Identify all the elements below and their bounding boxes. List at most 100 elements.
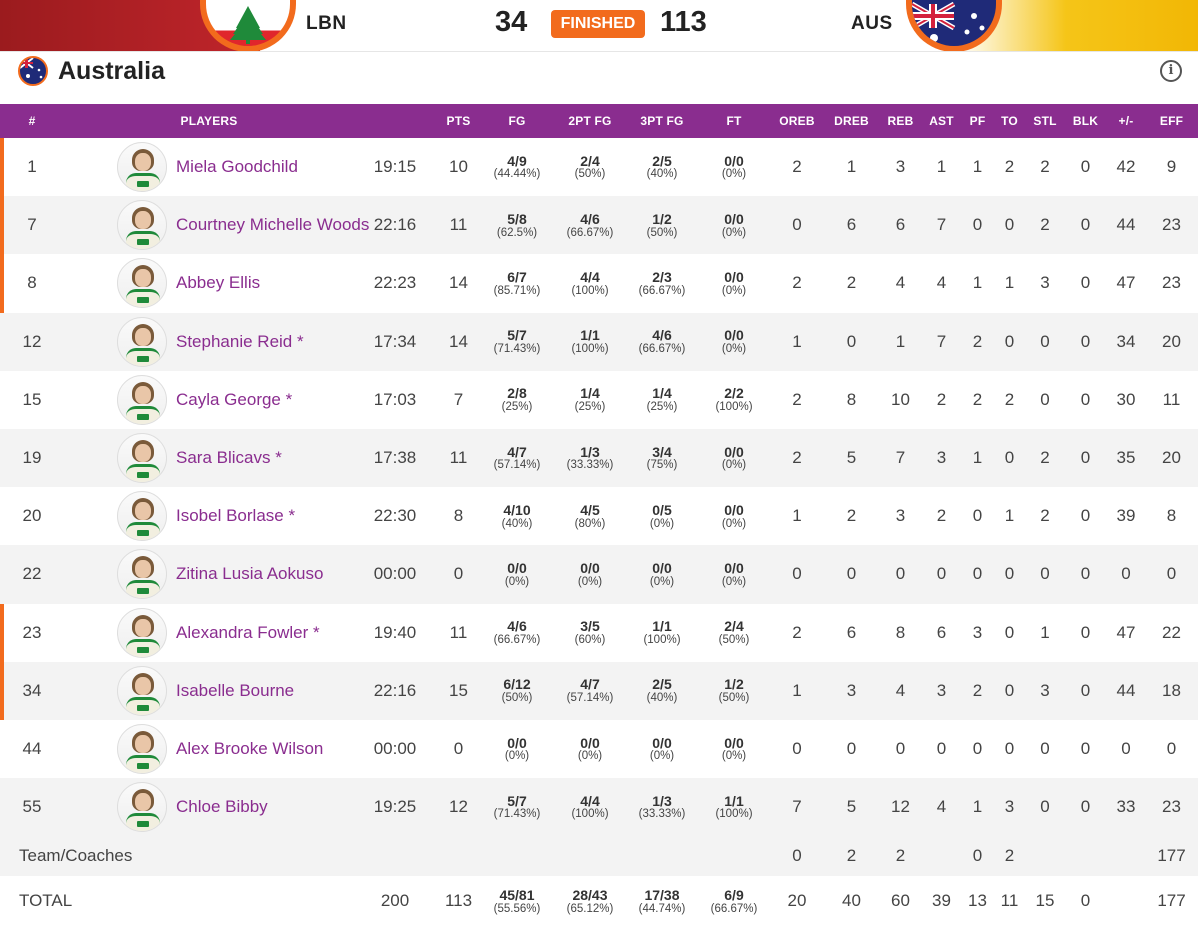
player-dreb: 1 xyxy=(846,157,857,177)
player-oreb: 2 xyxy=(792,389,802,409)
player-to: 0 xyxy=(1004,564,1015,584)
player-name-link[interactable]: Miela Goodchild xyxy=(176,157,298,177)
player-name-link[interactable]: Sara Blicavs * xyxy=(176,448,282,468)
player-fg: 4/9 (44.44%) xyxy=(493,152,541,181)
player-row[interactable]: 19 Sara Blicavs * 17:38 11 4/7 (57.14%) 1/3 (33… xyxy=(0,428,1198,488)
col-header-pf[interactable]: PF xyxy=(962,104,993,138)
player-dreb: 2 xyxy=(846,506,857,526)
player-blk: 0 xyxy=(1080,448,1091,468)
player-row[interactable]: 55 Chloe Bibby 19:25 12 5/7 (71.43%) 4/4 (100%)… xyxy=(0,778,1198,837)
info-icon[interactable]: i xyxy=(1160,60,1182,82)
player-2pt-fg: 3/5 (60%) xyxy=(574,618,606,646)
player-row[interactable]: 12 Stephanie Reid * 17:34 14 5/7 (71.43%) 1/1(… xyxy=(0,312,1198,371)
player-avatar[interactable] xyxy=(117,316,167,367)
player-avatar[interactable] xyxy=(117,374,167,425)
player-row[interactable]: 8 Abbey Ellis 22:23 14 6/7 (85.71%) 4/4 (100%) 2… xyxy=(0,254,1198,313)
col-header-minutes[interactable] xyxy=(354,104,436,138)
player-avatar[interactable] xyxy=(117,433,167,484)
player-avatar[interactable] xyxy=(117,665,167,716)
total-ast: 39 xyxy=(932,891,951,911)
player-ast: 2 xyxy=(936,506,947,526)
player-avatar[interactable] xyxy=(117,200,167,251)
player-name-link[interactable]: Zitina Lusia Aokuso xyxy=(176,564,323,584)
player-row[interactable]: 23 Alexandra Fowler * 19:40 11 4/6 (66.67%) 3/… xyxy=(0,603,1198,662)
col-header-blk[interactable]: BLK xyxy=(1064,104,1107,138)
player-name-link[interactable]: Chloe Bibby xyxy=(176,797,268,817)
col-header-oreb[interactable]: OREB xyxy=(771,104,823,138)
player-dreb: 8 xyxy=(846,389,857,409)
player-name-link[interactable]: Alexandra Fowler * xyxy=(176,623,320,643)
player-row[interactable]: 22 Zitina Lusia Aokuso 00:00 0 0/0 (0%) 0/0 (0%… xyxy=(0,545,1198,604)
col-header-pts[interactable]: PTS xyxy=(436,104,481,138)
player-name-link[interactable]: Stephanie Reid * xyxy=(176,332,304,352)
player-minutes: 17:34 xyxy=(373,331,417,351)
col-header-ast[interactable]: AST xyxy=(921,104,962,138)
player-ft: 0/0 (0%) xyxy=(721,210,747,239)
player-number: 12 xyxy=(22,331,42,351)
player-row[interactable]: 44 Alex Brooke Wilson 00:00 0 0/0 (0%) 0/0 (0%)… xyxy=(0,719,1198,779)
player-stl: 0 xyxy=(1040,564,1050,584)
player-avatar[interactable] xyxy=(117,782,167,833)
player-avatar[interactable] xyxy=(117,258,167,309)
player-row[interactable]: 20 Isobel Borlase * 22:30 8 4/10 (40%) 4/5 (80%… xyxy=(0,487,1198,546)
player-name-link[interactable]: Courtney Michelle Woods xyxy=(176,215,369,235)
col-header-2pt-fg[interactable]: 2PT FG xyxy=(553,104,627,138)
score-header: LBN 34 FINISHED 113 AUS xyxy=(0,0,1198,52)
player-pf: 2 xyxy=(972,680,983,700)
player-2pt-fg: 0/0 (0%) xyxy=(577,560,603,588)
player-row[interactable]: 15 Cayla George * 17:03 7 2/8 (25%) 1/4 (25%) 1/… xyxy=(0,370,1198,429)
player-2pt-fg: 4/7 (57.14%) xyxy=(566,676,614,705)
col-header-players[interactable]: PLAYERS xyxy=(64,104,354,138)
home-team-code[interactable]: LBN xyxy=(306,13,347,35)
player-reb: 12 xyxy=(891,797,910,817)
player-to: 0 xyxy=(1004,738,1015,758)
player-2pt-fg: 0/0 (0%) xyxy=(577,734,603,763)
away-team-code[interactable]: AUS xyxy=(851,13,893,35)
col-header-3pt-fg[interactable]: 3PT FG xyxy=(627,104,697,138)
player-avatar[interactable] xyxy=(117,723,167,774)
player-3pt-fg: 0/5 (0%) xyxy=(649,501,675,530)
player-pf: 0 xyxy=(972,215,983,235)
team-row-label: Team/Coaches xyxy=(19,846,133,866)
col-header-fg[interactable]: FG xyxy=(481,104,553,138)
player-ft: 0/0 (0%) xyxy=(721,152,747,181)
col-header-number[interactable]: # xyxy=(0,104,64,138)
col-header-to[interactable]: TO xyxy=(993,104,1026,138)
player-number: 55 xyxy=(22,797,42,817)
player-pf: 1 xyxy=(972,157,983,177)
col-header-eff[interactable]: EFF xyxy=(1145,104,1198,138)
player-pts: 11 xyxy=(449,215,468,235)
player-row[interactable]: 7 Courtney Michelle Woods 22:16 11 5/8 (62.5%… xyxy=(0,196,1198,255)
player-name-link[interactable]: Isobel Borlase * xyxy=(176,506,295,526)
player-stl: 3 xyxy=(1040,273,1050,293)
player-blk: 0 xyxy=(1080,389,1091,409)
player-blk: 0 xyxy=(1080,273,1091,293)
player-avatar[interactable] xyxy=(117,549,167,600)
total-fg: 45/81 (55.56%) xyxy=(493,886,541,915)
player-name-link[interactable]: Cayla George * xyxy=(176,390,292,410)
player-to: 2 xyxy=(1004,389,1015,409)
player-avatar[interactable] xyxy=(117,142,167,193)
player-reb: 3 xyxy=(895,506,906,526)
col-header-reb[interactable]: REB xyxy=(880,104,921,138)
col-header-plus-minus[interactable]: +/- xyxy=(1107,104,1145,138)
player-blk: 0 xyxy=(1080,157,1091,177)
player-pts: 15 xyxy=(449,680,468,700)
col-header-dreb[interactable]: DREB xyxy=(823,104,880,138)
player-avatar[interactable] xyxy=(117,491,167,542)
player-name-link[interactable]: Alex Brooke Wilson xyxy=(176,739,323,759)
player-reb: 8 xyxy=(895,622,906,642)
player-pf: 2 xyxy=(972,331,983,351)
col-header-ft[interactable]: FT xyxy=(697,104,771,138)
player-3pt-fg: 3/4 (75%) xyxy=(646,443,678,472)
total-blk: 0 xyxy=(1080,891,1091,911)
player-to: 3 xyxy=(1004,797,1015,817)
player-row[interactable]: 1 Miela Goodchild 19:15 10 4/9 (44.44%) 2/4 (50… xyxy=(0,138,1198,197)
player-fg: 4/6 (66.67%) xyxy=(493,618,541,646)
player-avatar[interactable] xyxy=(117,607,167,658)
player-row[interactable]: 34 Isabelle Bourne 22:16 15 6/12 (50%) 4/7 (57.… xyxy=(0,661,1198,721)
team-dreb: 2 xyxy=(846,846,857,866)
player-name-link[interactable]: Isabelle Bourne xyxy=(176,681,294,701)
col-header-stl[interactable]: STL xyxy=(1026,104,1064,138)
player-name-link[interactable]: Abbey Ellis xyxy=(176,273,260,293)
